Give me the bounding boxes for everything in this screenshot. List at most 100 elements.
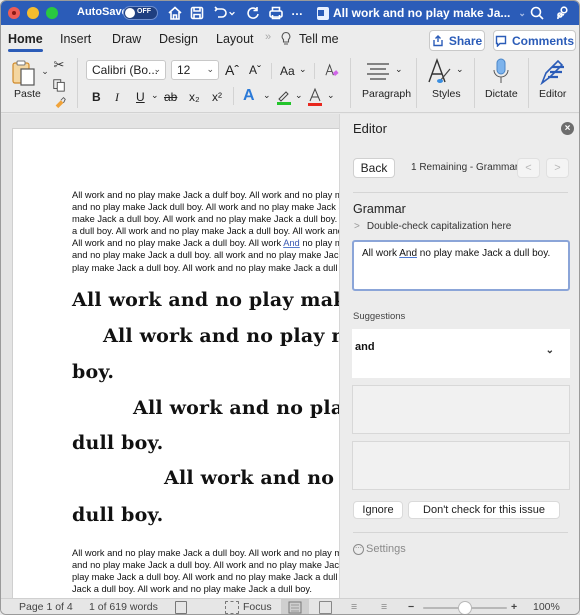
save-icon[interactable] — [188, 4, 206, 22]
undo-dropdown-icon[interactable] — [227, 4, 237, 22]
bold-button[interactable]: B — [92, 90, 101, 104]
tab-layout[interactable]: Layout — [216, 32, 254, 46]
underline-options-chevron-icon[interactable]: ⌄ — [151, 90, 159, 101]
clear-formatting-icon[interactable] — [323, 62, 339, 78]
draft-view-icon[interactable]: ≡ — [381, 601, 387, 613]
lightbulb-icon — [280, 31, 292, 47]
subscript-button[interactable]: x₂ — [189, 90, 200, 104]
tab-draw[interactable]: Draw — [112, 32, 141, 46]
zoom-slider[interactable] — [423, 601, 507, 614]
suggestion-item[interactable]: and ⌄ — [352, 329, 570, 378]
remaining-count: 1 Remaining - Grammar — [411, 162, 519, 173]
tell-me-search[interactable]: Tell me — [299, 32, 339, 46]
dictate-label[interactable]: Dictate — [485, 88, 518, 100]
zoom-slider-handle[interactable] — [458, 601, 472, 614]
chevron-down-icon[interactable]: ⌄ — [395, 64, 403, 75]
editor-label[interactable]: Editor — [539, 88, 566, 100]
font-name-select[interactable]: Calibri (Bo... ⌄ — [86, 60, 166, 80]
change-case-button[interactable]: Aa — [280, 64, 295, 78]
microphone-icon[interactable] — [491, 57, 511, 85]
dont-check-issue-button[interactable]: Don't check for this issue — [408, 501, 560, 519]
chevron-down-icon[interactable]: ⌄ — [263, 90, 271, 101]
divider — [77, 58, 78, 108]
previous-issue-button[interactable]: < — [517, 158, 540, 178]
back-button[interactable]: Back — [353, 158, 395, 178]
close-window-button[interactable] — [8, 7, 20, 19]
document-title[interactable]: All work and no play make Ja... ⌄ — [317, 6, 526, 20]
stylized-line: All work and no play make Jack a dull — [103, 325, 352, 347]
home-icon[interactable] — [166, 4, 184, 22]
ignore-button[interactable]: Ignore — [353, 501, 403, 519]
chevron-down-icon[interactable]: ⌄ — [299, 64, 307, 75]
redo-icon[interactable] — [244, 4, 262, 22]
comments-label: Comments — [511, 33, 574, 48]
paste-icon[interactable] — [11, 59, 39, 87]
tab-design[interactable]: Design — [159, 32, 198, 46]
chevron-down-icon[interactable]: ⌄ — [456, 64, 464, 75]
font-size-select[interactable]: 12 ⌄ — [171, 60, 219, 80]
share-button[interactable]: Share — [429, 30, 485, 51]
next-issue-button[interactable]: > — [546, 158, 569, 178]
chevron-down-icon[interactable]: ⌄ — [327, 90, 335, 101]
zoom-window-button[interactable] — [46, 7, 58, 19]
chevron-right-icon: > — [354, 221, 360, 232]
grow-font-button[interactable]: Aˆ — [225, 62, 239, 78]
focus-icon[interactable] — [225, 601, 239, 614]
copy-icon[interactable] — [51, 77, 67, 93]
text-line: play make Jack a dull boy. All work and … — [72, 572, 352, 583]
underline-button[interactable]: U — [136, 90, 145, 104]
zoom-in-button[interactable]: + — [511, 601, 517, 613]
font-color-icon[interactable] — [307, 87, 323, 107]
flagged-word[interactable]: And — [283, 238, 300, 248]
suggestion-text: and — [355, 341, 375, 353]
highlight-icon[interactable] — [275, 88, 293, 106]
issue-description[interactable]: > Double-check capitalization here — [354, 221, 511, 232]
chevron-down-icon[interactable]: ⌄ — [295, 90, 303, 101]
proofing-icon[interactable] — [175, 601, 187, 614]
zoom-out-button[interactable]: − — [408, 601, 414, 613]
web-layout-view-icon[interactable] — [319, 601, 332, 614]
share-people-icon[interactable] — [554, 4, 572, 22]
issue-category: Grammar — [353, 202, 406, 216]
page-count[interactable]: Page 1 of 4 — [19, 601, 73, 613]
share-label: Share — [448, 33, 483, 48]
paragraph-label[interactable]: Paragraph — [362, 88, 411, 100]
format-painter-icon[interactable] — [52, 94, 68, 110]
settings-link[interactable]: ⋯ Settings — [353, 543, 406, 555]
shrink-font-button[interactable]: Aˇ — [249, 63, 261, 77]
text-line: and no play make Jack dull boy. All work… — [72, 202, 352, 213]
comment-icon — [495, 35, 507, 47]
minimize-window-button[interactable] — [27, 7, 39, 19]
italic-button[interactable]: I — [115, 90, 119, 105]
more-commands-button[interactable]: … — [291, 4, 303, 18]
autosave-toggle[interactable]: OFF — [123, 6, 158, 20]
paste-label: Paste — [14, 88, 41, 100]
word-count[interactable]: 1 of 619 words — [89, 601, 158, 613]
strikethrough-button[interactable]: ab — [164, 90, 177, 104]
divider — [528, 58, 529, 108]
more-tabs-icon[interactable]: » — [265, 31, 271, 43]
close-icon[interactable]: × — [561, 122, 574, 135]
outline-view-icon[interactable]: ≡ — [351, 601, 357, 613]
text-effects-icon[interactable]: A — [243, 87, 255, 105]
divider — [353, 192, 568, 193]
tab-insert[interactable]: Insert — [60, 32, 91, 46]
paragraph-icon[interactable] — [365, 61, 391, 81]
styles-icon[interactable] — [426, 57, 454, 85]
editor-pen-icon[interactable] — [538, 57, 566, 85]
zoom-level[interactable]: 100% — [533, 601, 560, 613]
document-canvas: All work and no play make Jack a dulf bo… — [1, 114, 352, 608]
chevron-down-icon[interactable]: ⌄ — [546, 345, 554, 356]
cut-icon[interactable]: ✂ — [51, 57, 67, 73]
search-icon[interactable] — [528, 4, 546, 22]
focus-button[interactable]: Focus — [243, 601, 272, 613]
suggestion-placeholder — [352, 441, 570, 490]
document-page[interactable]: All work and no play make Jack a dulf bo… — [12, 128, 352, 608]
comments-button[interactable]: Comments — [493, 30, 576, 51]
tab-home[interactable]: Home — [8, 32, 43, 52]
text-line: a dull boy. All work and no play make Ja… — [72, 226, 352, 237]
superscript-button[interactable]: x² — [212, 90, 222, 104]
print-layout-view-button[interactable] — [281, 599, 309, 614]
print-icon[interactable] — [267, 4, 285, 22]
styles-label[interactable]: Styles — [432, 88, 461, 100]
